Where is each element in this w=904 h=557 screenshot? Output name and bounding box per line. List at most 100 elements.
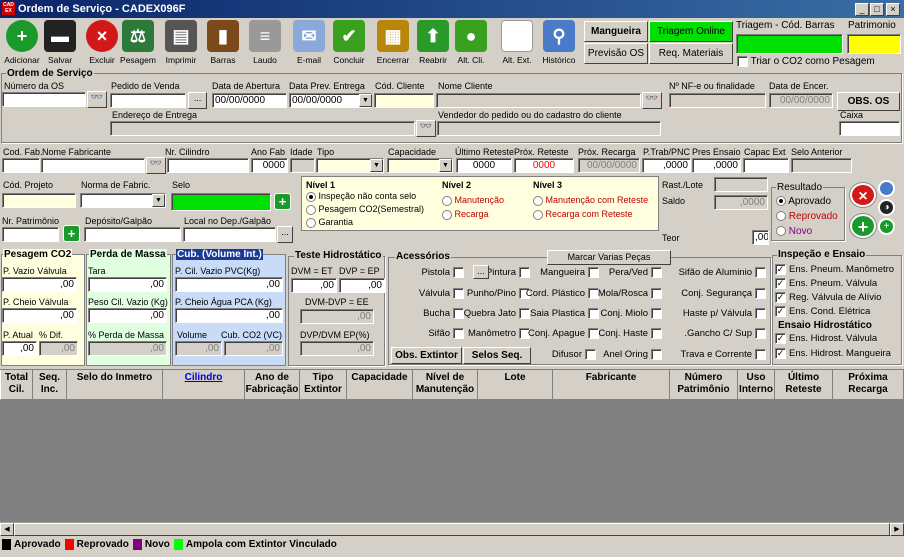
add-small-button[interactable]: +: [878, 218, 895, 235]
nome-fab-input[interactable]: [41, 158, 145, 173]
nome-cliente-input[interactable]: [436, 93, 641, 108]
grid-column-header[interactable]: Ano de Fabricação: [245, 370, 300, 400]
toolbar-button-pesagem[interactable]: ⚖ Pesagem: [119, 20, 157, 66]
previsao-os-button[interactable]: Previsão OS: [584, 43, 648, 64]
cilindro-input[interactable]: [167, 158, 249, 173]
acessorio-checkbox[interactable]: [585, 349, 596, 360]
pedido-lookup-button[interactable]: ...: [188, 92, 207, 109]
toolbar-button-alt-ext[interactable]: Alt. Ext.: [498, 20, 536, 66]
dvp-input[interactable]: ,00: [339, 278, 385, 293]
toolbar-button-adicionar[interactable]: + Adicionar: [3, 20, 41, 66]
acessorio-item[interactable]: Cord. Plástico: [526, 288, 599, 299]
search-cliente-button[interactable]: 👓: [642, 92, 662, 109]
nivel1-option-2[interactable]: Pesagem CO2(Semestral): [306, 204, 424, 215]
add-item-button[interactable]: +: [850, 214, 876, 238]
inspecao-item[interactable]: Ens. Pneum. Válvula: [775, 278, 877, 289]
acessorio-item[interactable]: Anel Oring: [603, 349, 662, 360]
triagem-patrimonio-input[interactable]: [847, 34, 901, 54]
acessorio-checkbox[interactable]: [453, 267, 464, 278]
cub-co2-input[interactable]: ,00: [224, 341, 283, 356]
pesagem-cheio-input[interactable]: ,00: [2, 308, 77, 323]
radio-icon[interactable]: [306, 217, 316, 228]
acessorio-item[interactable]: Manômetro: [468, 328, 530, 339]
grid-column-header[interactable]: Total Cil.: [0, 370, 33, 400]
toolbar-button-reabrir[interactable]: ⬆ Reabrir: [414, 20, 452, 66]
toolbar-button-salvar[interactable]: ▬ Salvar: [41, 20, 79, 66]
nivel3-option-1[interactable]: Manutenção com Reteste: [533, 195, 648, 206]
co2-checkbox[interactable]: [737, 56, 748, 67]
pres-ensaio-input[interactable]: ,0000: [692, 158, 741, 173]
nivel2-option-1[interactable]: Manutenção: [442, 195, 504, 206]
selos-seq-button[interactable]: Selos Seq.: [463, 347, 531, 364]
add-selo-button[interactable]: +: [274, 193, 291, 210]
toolbar-button-concluir[interactable]: ✔ Concluir: [330, 20, 368, 66]
toolbar-button-encerrar[interactable]: ▦ Encerrar: [374, 20, 412, 66]
scroll-left-button[interactable]: ◀: [0, 523, 14, 536]
acessorio-checkbox[interactable]: [651, 288, 662, 299]
dvm-input[interactable]: ,00: [291, 278, 337, 293]
pintura-lookup-button[interactable]: ...: [473, 265, 489, 279]
caixa-input[interactable]: [839, 121, 900, 136]
acessorio-checkbox[interactable]: [651, 308, 662, 319]
add-patrimonio-button[interactable]: +: [63, 225, 80, 242]
pesagem-atual-input[interactable]: ,00: [2, 341, 37, 356]
nivel2-option-2[interactable]: Recarga: [442, 209, 489, 220]
mangueira-button[interactable]: Mangueira: [584, 21, 648, 42]
prox-reteste-input[interactable]: 0000: [514, 158, 574, 173]
toolbar-button-e-mail[interactable]: ✉ E-mail: [290, 20, 328, 66]
obs-os-button[interactable]: OBS. OS: [837, 92, 900, 111]
grid-column-header[interactable]: Fabricante: [553, 370, 670, 400]
pesagem-dif-input[interactable]: ,00: [39, 341, 78, 356]
perc-perda-input[interactable]: ,00: [88, 341, 167, 356]
acessorio-item[interactable]: .Gancho C/ Sup: [684, 328, 766, 339]
encer-input[interactable]: 00/00/0000: [769, 93, 833, 108]
radio-icon[interactable]: [533, 195, 543, 206]
acessorio-checkbox[interactable]: [755, 288, 766, 299]
acessorio-checkbox[interactable]: [651, 328, 662, 339]
acessorio-item[interactable]: Conj. Miolo: [600, 308, 662, 319]
cod-cliente-input[interactable]: [374, 93, 434, 108]
remove-item-button[interactable]: ×: [850, 183, 876, 207]
local-lookup-button[interactable]: ...: [277, 226, 293, 243]
acessorio-checkbox[interactable]: [755, 349, 766, 360]
obs-extintor-button[interactable]: Obs. Extintor: [391, 347, 462, 364]
prox-recarga-input[interactable]: 00/00/0000: [578, 158, 640, 173]
capacidade-select[interactable]: ▼: [387, 158, 453, 173]
minimize-button[interactable]: _: [855, 3, 869, 16]
radio-icon[interactable]: [306, 191, 316, 202]
acessorio-checkbox[interactable]: [588, 308, 599, 319]
grid-column-header[interactable]: Seq. Inc.: [33, 370, 67, 400]
toolbar-button-alt-cli[interactable]: ● Alt. Cli.: [452, 20, 490, 66]
acessorio-item[interactable]: Mola/Rosca: [598, 288, 662, 299]
grid-column-header[interactable]: Próxima Recarga: [833, 370, 904, 400]
deposito-input[interactable]: [84, 227, 181, 242]
grid-column-header[interactable]: Lote: [478, 370, 553, 400]
acessorio-item[interactable]: Mangueira: [540, 267, 599, 278]
cod-projeto-input[interactable]: [2, 193, 76, 208]
acessorio-item[interactable]: Difusor: [552, 349, 596, 360]
patrimonio-input[interactable]: [2, 227, 59, 242]
capac-ext-input[interactable]: [743, 158, 789, 173]
acessorio-checkbox[interactable]: [453, 328, 464, 339]
refresh-button[interactable]: [878, 180, 895, 197]
inspecao-item[interactable]: Reg. Válvula de Alívio: [775, 292, 881, 303]
search-fab-button[interactable]: 👓: [146, 157, 166, 174]
pesagem-vazio-input[interactable]: ,00: [2, 277, 77, 292]
norma-select[interactable]: ▼: [80, 193, 166, 208]
grid-column-header[interactable]: Último Reteste: [775, 370, 833, 400]
vendedor-input[interactable]: [437, 121, 661, 136]
resultado-reprovado[interactable]: Reprovado: [776, 211, 838, 222]
rast-input[interactable]: [714, 177, 768, 192]
acessorio-item[interactable]: Sifão: [428, 328, 464, 339]
cub-vazio-input[interactable]: ,00: [175, 277, 283, 292]
acessorio-checkbox[interactable]: [651, 349, 662, 360]
acessorio-checkbox[interactable]: [588, 267, 599, 278]
volume-input[interactable]: ,00: [175, 341, 222, 356]
inspecao-checkbox[interactable]: [775, 278, 786, 289]
grid-column-header[interactable]: Uso Interno: [738, 370, 775, 400]
triagem-online-button[interactable]: Triagem Online: [649, 21, 733, 42]
saldo-input[interactable]: ,0000: [714, 195, 768, 210]
acessorio-item[interactable]: Haste p/ Válvula: [683, 308, 766, 319]
norma-dropdown[interactable]: ▼: [152, 194, 165, 207]
acessorio-checkbox[interactable]: [755, 267, 766, 278]
